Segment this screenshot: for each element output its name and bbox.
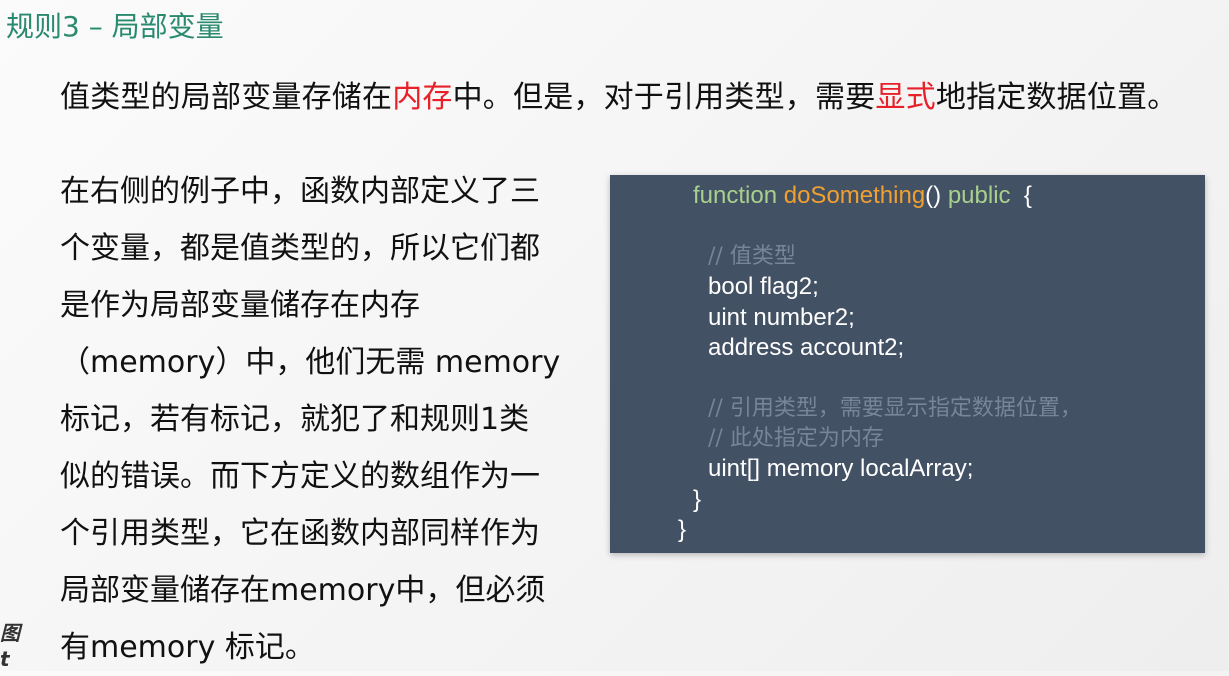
code-parens: () (925, 182, 942, 209)
code-comment-memory: // 此处指定为内存 (708, 426, 884, 451)
logo-char: 图 (0, 621, 20, 645)
slide-title: 规则3 – 局部变量 (6, 10, 224, 43)
code-line-uint: uint number2; (708, 304, 855, 331)
logo-char: t (0, 647, 10, 671)
intro-part3: 地指定数据位置。 (935, 80, 1178, 115)
explanation-paragraph: 在右侧的例子中，函数内部定义了三 个变量，都是值类型的，所以它们都 是作为局部变… (60, 163, 590, 676)
paragraph-line: 是作为局部变量储存在内存 (60, 288, 420, 323)
code-open-brace: { (1023, 182, 1032, 209)
intro-highlight-explicit: 显式 (875, 80, 936, 115)
code-comment-value-type: // 值类型 (708, 244, 796, 269)
code-line-address: address account2; (708, 334, 905, 361)
code-function-name: doSomething (783, 182, 926, 209)
code-function-signature: function doSomething() public { (693, 181, 1032, 211)
intro-sentence: 值类型的局部变量存储在内存中。但是，对于引用类型，需要显式地指定数据位置。 (60, 72, 1177, 116)
code-keyword-function: function (693, 182, 778, 209)
paragraph-line: 似的错误。而下方定义的数组作为一 (60, 459, 540, 494)
logo-fragment: 图 t (0, 620, 22, 672)
intro-part2: 中。但是，对于引用类型，需要 (452, 80, 876, 115)
code-close-outer-brace: } (678, 516, 687, 543)
paragraph-line: （memory）中，他们无需 memory (60, 345, 561, 380)
paragraph-line: 个变量，都是值类型的，所以它们都 (60, 231, 540, 266)
code-comment-reference-type: // 引用类型，需要显示指定数据位置， (708, 396, 1082, 421)
code-line-bool: bool flag2; (708, 273, 819, 300)
paragraph-line: 局部变量储存在memory中，但必须 (60, 573, 546, 608)
intro-highlight-memory: 内存 (392, 80, 453, 115)
code-block: function doSomething() public { // 值类型 b… (610, 175, 1205, 553)
paragraph-line: 有memory 标记。 (60, 630, 315, 665)
intro-part1: 值类型的局部变量存储在 (60, 80, 393, 115)
paragraph-line: 在右侧的例子中，函数内部定义了三 (60, 174, 540, 209)
paragraph-line: 个引用类型，它在函数内部同样作为 (60, 516, 540, 551)
code-keyword-public: public (947, 182, 1011, 209)
code-close-inner-brace: } (693, 486, 702, 513)
paragraph-line: 标记，若有标记，就犯了和规则1类 (60, 402, 530, 437)
code-line-array: uint[] memory localArray; (708, 455, 974, 482)
